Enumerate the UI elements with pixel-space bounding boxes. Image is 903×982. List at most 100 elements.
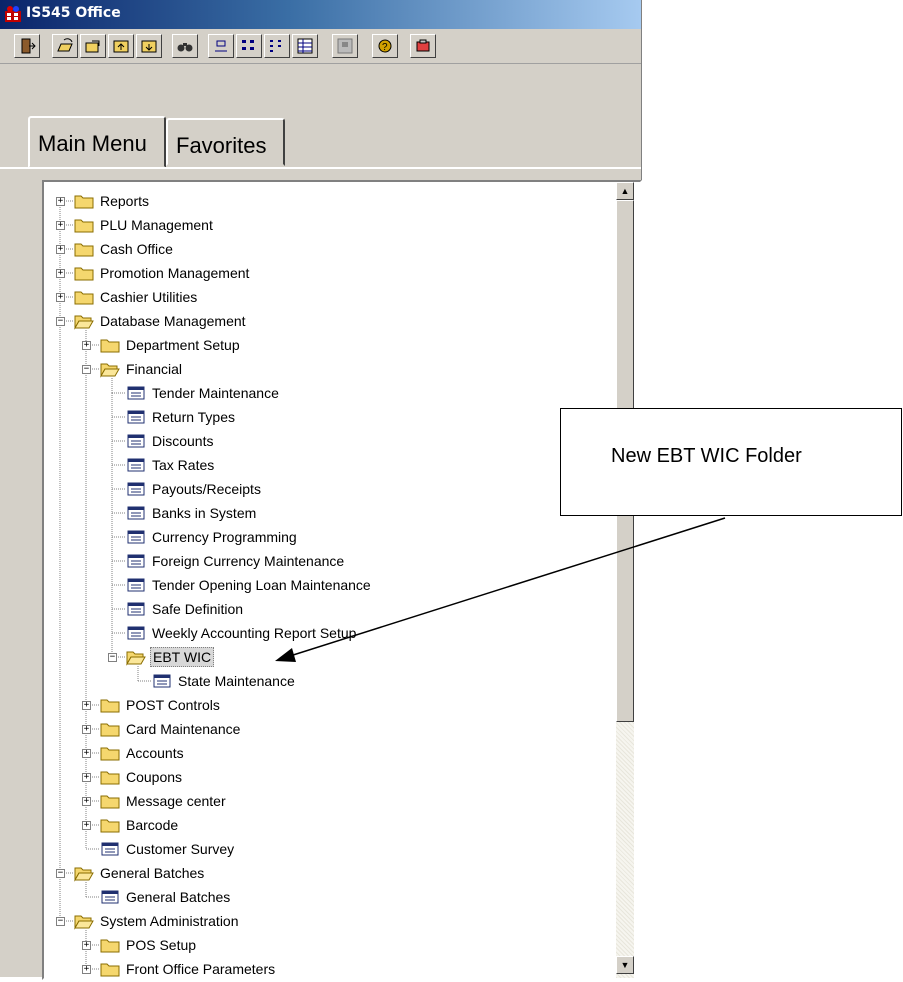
annotation-callout: New EBT WIC Folder	[560, 408, 902, 516]
folder-icon	[100, 723, 120, 737]
expand-toggle[interactable]: +	[82, 725, 91, 734]
expand-toggle[interactable]: +	[82, 797, 91, 806]
menu-tree-panel: Reports + PLU Management + Cash Office + Promo…	[42, 180, 642, 980]
scroll-up-button[interactable]: ▲	[616, 182, 634, 200]
tree-item-return-types[interactable]: Return Types	[126, 406, 237, 428]
tree-item-reports[interactable]: Reports	[74, 190, 151, 212]
collapse-toggle[interactable]: −	[82, 365, 91, 374]
tree-item-weekly-accounting-report-setup[interactable]: Weekly Accounting Report Setup	[126, 622, 358, 644]
open-button[interactable]	[52, 34, 78, 58]
tree-item-financial[interactable]: Financial	[100, 358, 184, 380]
tree-item-label: General Batches	[126, 889, 231, 905]
larges-view-icon-button[interactable]	[208, 34, 234, 58]
tree-item-database-management[interactable]: Database Management	[74, 310, 248, 332]
tree-item-foreign-currency-maintenance[interactable]: Foreign Currency Maintenance	[126, 550, 346, 572]
exit-button[interactable]	[14, 34, 40, 58]
form-icon	[127, 458, 145, 472]
folder-icon	[100, 339, 120, 353]
scroll-down-button[interactable]: ▼	[616, 956, 634, 974]
exit-icon	[21, 38, 36, 54]
collapse-toggle[interactable]: −	[56, 869, 65, 878]
tree-item-banks-in-system[interactable]: Banks in System	[126, 502, 258, 524]
expand-toggle[interactable]: +	[82, 941, 91, 950]
tree-item-tender-maintenance[interactable]: Tender Maintenance	[126, 382, 281, 404]
expand-toggle[interactable]: +	[82, 821, 91, 830]
tree-item-payouts-receipts[interactable]: Payouts/Receipts	[126, 478, 263, 500]
expand-toggle[interactable]: +	[56, 221, 65, 230]
expand-toggle[interactable]: +	[56, 197, 65, 206]
collapse-toggle[interactable]: −	[108, 653, 117, 662]
tree-item-label: Financial	[126, 361, 183, 377]
smalls-view-icon-button[interactable]	[236, 34, 262, 58]
collapse-toggle[interactable]: −	[56, 317, 65, 326]
tree-item-label: Payouts/Receipts	[152, 481, 261, 497]
tree-item-currency-programming[interactable]: Currency Programming	[126, 526, 299, 548]
tree-item-state-maintenance[interactable]: State Maintenance	[152, 670, 297, 692]
up-folder-icon	[113, 40, 129, 53]
tree-item-label: EBT WIC	[150, 647, 215, 667]
tab-favorites[interactable]: Favorites	[166, 118, 285, 166]
tree-item-label: Currency Programming	[152, 529, 297, 545]
tree-item-general-batches[interactable]: General Batches	[74, 862, 206, 884]
tree-item-department-setup[interactable]: Department Setup	[100, 334, 242, 356]
tree-item-tender-opening-loan-maintenance[interactable]: Tender Opening Loan Maintenance	[126, 574, 373, 596]
folder-icon	[100, 819, 120, 833]
tab-strip: Main Menu Favorites	[0, 63, 641, 173]
vertical-scrollbar[interactable]: ▲ ▼	[616, 182, 634, 978]
toolbar: ?	[0, 29, 641, 64]
tree-item-card-maintenance[interactable]: Card Maintenance	[100, 718, 242, 740]
expand-toggle[interactable]: +	[82, 965, 91, 974]
expand-toggle[interactable]: +	[56, 245, 65, 254]
tree-item-safe-definition[interactable]: Safe Definition	[126, 598, 245, 620]
expand-toggle[interactable]: +	[82, 749, 91, 758]
tree-item-accounts[interactable]: Accounts	[100, 742, 186, 764]
tools-icon	[416, 39, 430, 52]
tools-button[interactable]	[410, 34, 436, 58]
large-icons-view-icon	[215, 40, 227, 52]
expand-toggle[interactable]: +	[82, 701, 91, 710]
expand-toggle[interactable]: +	[82, 341, 91, 350]
import-button[interactable]	[136, 34, 162, 58]
list-view-button[interactable]	[264, 34, 290, 58]
tree-item-general-batches[interactable]: General Batches	[100, 886, 232, 908]
tree-item-label: Foreign Currency Maintenance	[152, 553, 345, 569]
tree-item-message-center[interactable]: Message center	[100, 790, 228, 812]
tree-item-label: Database Management	[100, 313, 246, 329]
menu-tree[interactable]: Reports + PLU Management + Cash Office + Promo…	[44, 182, 632, 982]
tree-item-label: Barcode	[126, 817, 179, 833]
export-button[interactable]	[80, 34, 106, 58]
tree-item-tax-rates[interactable]: Tax Rates	[126, 454, 216, 476]
tree-item-cash-office[interactable]: Cash Office	[74, 238, 175, 260]
small-icons-view-icon	[242, 40, 254, 50]
title-bar[interactable]: IS545 Office	[0, 0, 641, 29]
up-folder-button[interactable]	[108, 34, 134, 58]
tree-item-label: General Batches	[100, 865, 205, 881]
network-button[interactable]	[332, 34, 358, 58]
form-icon	[127, 578, 145, 592]
tree-item-coupons[interactable]: Coupons	[100, 766, 184, 788]
folder-icon	[100, 939, 120, 953]
find-button[interactable]	[172, 34, 198, 58]
details-view-button[interactable]	[292, 34, 318, 58]
help-button[interactable]: ?	[372, 34, 398, 58]
tree-item-ebt-wic[interactable]: EBT WIC	[126, 646, 215, 668]
tree-item-system-administration[interactable]: System Administration	[74, 910, 241, 932]
form-icon	[127, 602, 145, 616]
tree-item-promotion-management[interactable]: Promotion Management	[74, 262, 251, 284]
tree-item-cashier-utilities[interactable]: Cashier Utilities	[74, 286, 199, 308]
tree-item-label: Tender Maintenance	[152, 385, 279, 401]
expand-toggle[interactable]: +	[56, 293, 65, 302]
tree-item-post-controls[interactable]: POST Controls	[100, 694, 222, 716]
tree-item-discounts[interactable]: Discounts	[126, 430, 215, 452]
tree-item-pos-setup[interactable]: POS Setup	[100, 934, 198, 956]
folder-open-icon	[74, 315, 94, 330]
tree-item-plu-management[interactable]: PLU Management	[74, 214, 215, 236]
tree-item-barcode[interactable]: Barcode	[100, 814, 180, 836]
folder-icon	[100, 771, 120, 785]
import-icon	[141, 40, 157, 53]
expand-toggle[interactable]: +	[82, 773, 91, 782]
tree-item-customer-survey[interactable]: Customer Survey	[100, 838, 236, 860]
tab-main-menu[interactable]: Main Menu	[28, 116, 166, 168]
collapse-toggle[interactable]: −	[56, 917, 65, 926]
expand-toggle[interactable]: +	[56, 269, 65, 278]
